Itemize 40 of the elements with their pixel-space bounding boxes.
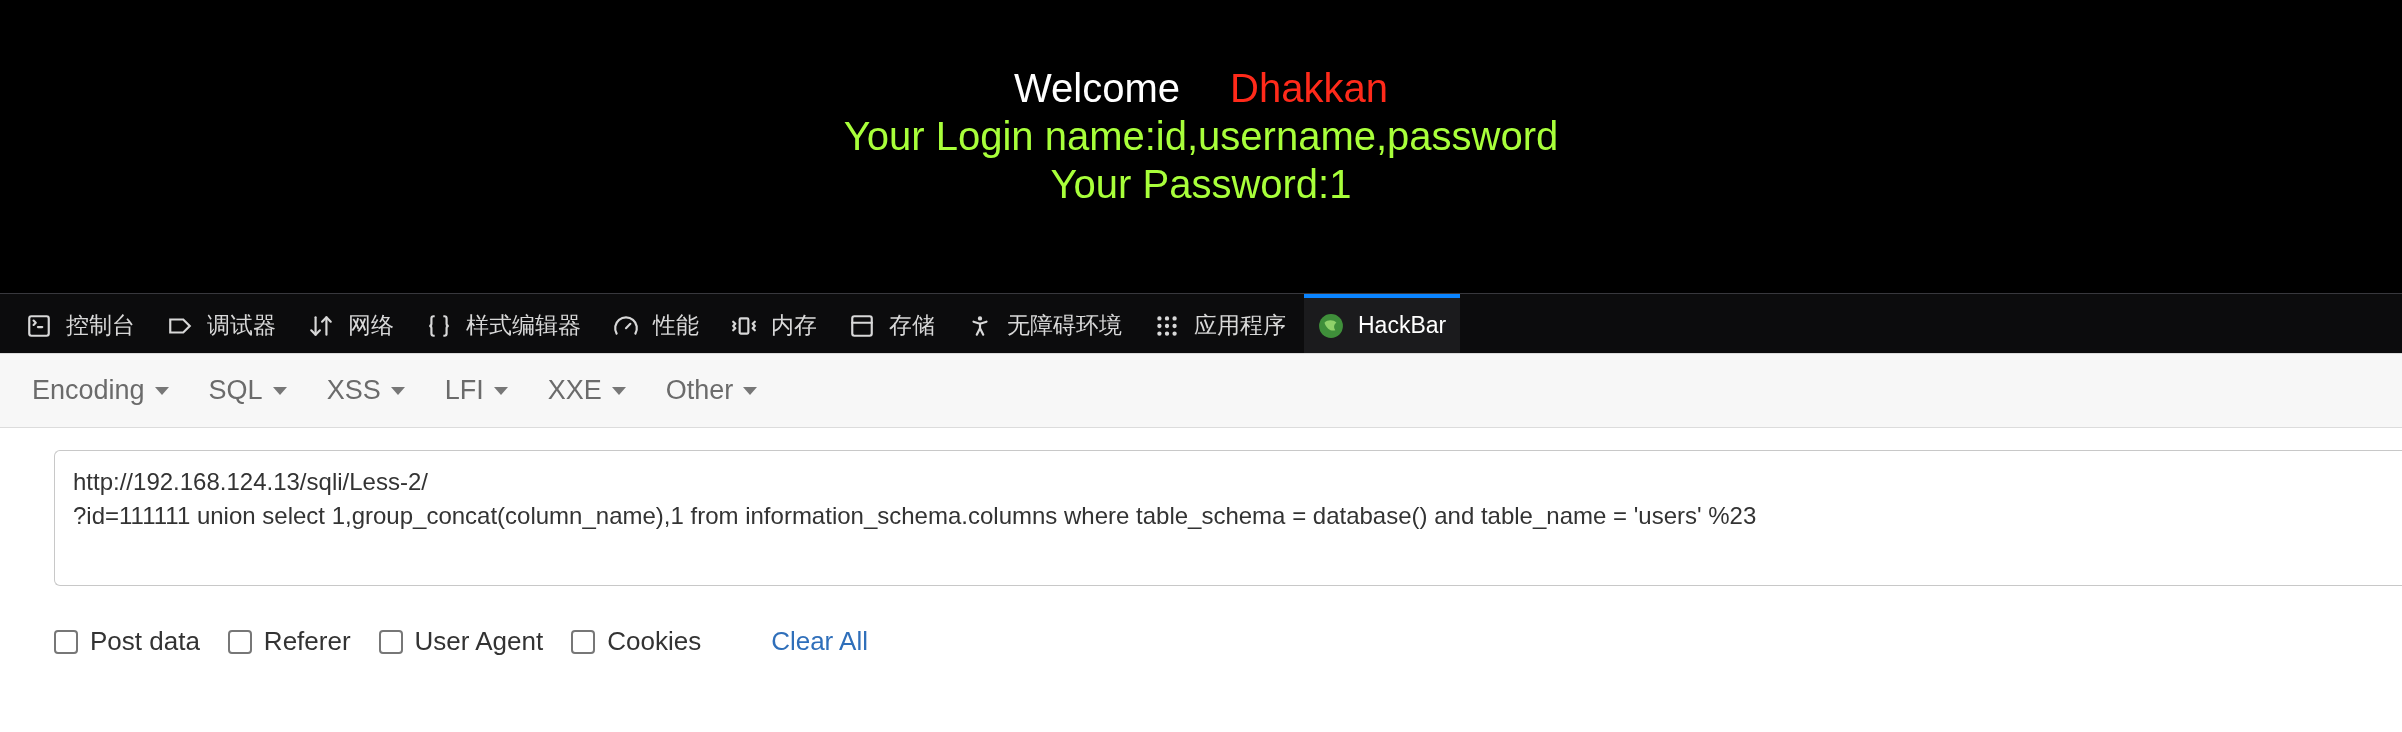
checkbox-label: Referer bbox=[263, 625, 351, 658]
devtools-tab[interactable]: 控制台 bbox=[12, 294, 149, 353]
devtools-tab[interactable]: 性能 bbox=[599, 294, 713, 353]
braces-icon bbox=[426, 312, 452, 339]
devtools-tab[interactable]: 无障碍环境 bbox=[953, 294, 1136, 353]
checkbox[interactable] bbox=[227, 629, 252, 654]
welcome-text: Welcome bbox=[1014, 65, 1181, 112]
clear-all-link[interactable]: Clear All bbox=[771, 622, 868, 661]
devtools-tab[interactable]: 网络 bbox=[294, 294, 408, 353]
dropdown-menu[interactable]: Encoding bbox=[16, 370, 185, 411]
dropdown-menu[interactable]: XXE bbox=[531, 370, 642, 411]
url-field[interactable]: http://192.168.124.13/sqli/Less-2/ ?id=111111 union select 1,group_concat(column_name),1 from information_schema.columns where table_schema = database() and table_name = 'users' %23 bbox=[54, 450, 2402, 586]
caret-icon bbox=[493, 386, 508, 395]
caret-icon bbox=[611, 386, 626, 395]
globe-icon bbox=[1318, 312, 1344, 339]
user-name: Dhakkan bbox=[1230, 65, 1388, 112]
storage-icon bbox=[849, 312, 875, 339]
dropdown-menu[interactable]: SQL bbox=[192, 370, 303, 411]
password-text: Your Password:1 bbox=[1050, 161, 1352, 208]
devtools-tab[interactable]: HackBar bbox=[1304, 294, 1461, 353]
login-name-text: Your Login name:id,username,password bbox=[843, 113, 1559, 160]
checkbox[interactable] bbox=[571, 629, 596, 654]
checkbox-label: User Agent bbox=[414, 625, 544, 658]
devtools-tab[interactable]: 存储 bbox=[835, 294, 949, 353]
checkbox-label: Post data bbox=[90, 625, 200, 658]
caret-icon bbox=[154, 386, 169, 395]
checkbox[interactable] bbox=[54, 629, 78, 654]
devtools-tab[interactable]: 样式编辑器 bbox=[412, 294, 595, 353]
devtools-tab[interactable]: 应用程序 bbox=[1140, 294, 1300, 353]
dropdown-menu[interactable]: Other bbox=[649, 370, 774, 411]
checkbox-label: Cookies bbox=[607, 625, 702, 658]
dropdown-menu[interactable]: XSS bbox=[310, 370, 421, 411]
terminal-icon bbox=[26, 312, 52, 339]
devtools-tab[interactable]: 内存 bbox=[717, 294, 831, 353]
caret-icon bbox=[743, 386, 758, 395]
devtools-tab[interactable]: 调试器 bbox=[153, 294, 290, 353]
dropdown-menu[interactable]: LFI bbox=[428, 370, 524, 411]
checkbox[interactable] bbox=[378, 629, 403, 654]
caret-icon bbox=[272, 386, 287, 395]
caret-icon bbox=[390, 386, 405, 395]
